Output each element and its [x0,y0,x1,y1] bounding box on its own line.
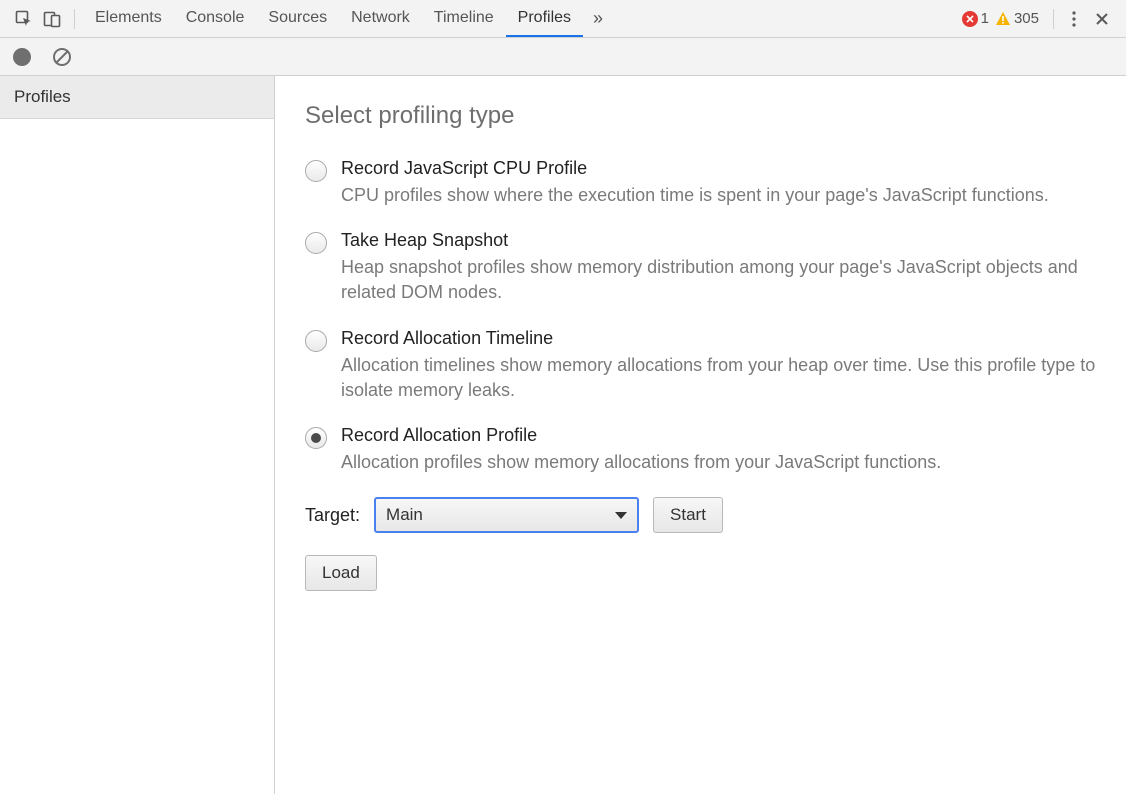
profile-option-allocation-profile[interactable]: Record Allocation Profile Allocation pro… [305,425,1096,475]
clear-icon [53,48,71,66]
profile-option-title: Record Allocation Timeline [341,328,1096,349]
sidebar-item-label: Profiles [14,87,71,106]
error-count[interactable]: 1 [962,10,989,27]
load-button-label: Load [322,563,360,583]
profile-option-description: Allocation timelines show memory allocat… [341,353,1096,403]
radio-cpu[interactable] [305,160,327,182]
profile-option-description: Allocation profiles show memory allocati… [341,450,1096,475]
error-icon [962,11,978,27]
profile-option-allocation-timeline[interactable]: Record Allocation Timeline Allocation ti… [305,328,1096,403]
error-count-value: 1 [981,10,989,27]
toolbar-divider [74,9,75,29]
radio-allocation-profile[interactable] [305,427,327,449]
devtools-top-toolbar: Elements Console Sources Network Timelin… [0,0,1126,38]
profiles-sidebar: Profiles [0,76,275,794]
target-label: Target: [305,505,360,526]
more-menu-icon[interactable] [1060,5,1088,33]
warning-count[interactable]: 305 [995,10,1039,27]
tab-network[interactable]: Network [339,0,422,37]
sidebar-item-profiles[interactable]: Profiles [0,76,274,119]
status-area: 1 305 [954,10,1047,27]
tab-console[interactable]: Console [174,0,257,37]
device-toggle-icon[interactable] [38,5,66,33]
tab-profiles[interactable]: Profiles [506,0,583,37]
tabs-overflow-icon[interactable]: » [583,0,613,37]
record-button[interactable] [8,43,36,71]
profile-option-title: Record Allocation Profile [341,425,1096,446]
target-row: Target: Main Start [305,497,1096,533]
profile-option-heap-snapshot[interactable]: Take Heap Snapshot Heap snapshot profile… [305,230,1096,305]
profile-option-title: Take Heap Snapshot [341,230,1096,251]
profile-option-description: Heap snapshot profiles show memory distr… [341,255,1096,305]
profiles-sub-toolbar [0,38,1126,76]
chevron-down-icon [615,512,627,519]
toolbar-divider [1053,9,1054,29]
start-button-label: Start [670,505,706,525]
page-title: Select profiling type [305,102,1096,130]
profile-options: Record JavaScript CPU Profile CPU profil… [305,158,1096,475]
profile-option-description: CPU profiles show where the execution ti… [341,183,1096,208]
profile-option-title: Record JavaScript CPU Profile [341,158,1096,179]
start-button[interactable]: Start [653,497,723,533]
target-select[interactable]: Main [374,497,639,533]
target-select-value: Main [386,505,423,525]
load-button[interactable]: Load [305,555,377,591]
inspect-icon[interactable] [10,5,38,33]
tab-sources[interactable]: Sources [256,0,339,37]
profile-option-cpu[interactable]: Record JavaScript CPU Profile CPU profil… [305,158,1096,208]
tab-elements[interactable]: Elements [83,0,174,37]
warning-icon [995,11,1011,27]
panel-tabs: Elements Console Sources Network Timelin… [83,0,613,37]
clear-button[interactable] [48,43,76,71]
radio-heap-snapshot[interactable] [305,232,327,254]
radio-allocation-timeline[interactable] [305,330,327,352]
tab-timeline[interactable]: Timeline [422,0,506,37]
profiles-content: Select profiling type Record JavaScript … [275,76,1126,794]
main-split: Profiles Select profiling type Record Ja… [0,76,1126,794]
warning-count-value: 305 [1014,10,1039,27]
record-icon [13,48,31,66]
close-icon[interactable] [1088,5,1116,33]
